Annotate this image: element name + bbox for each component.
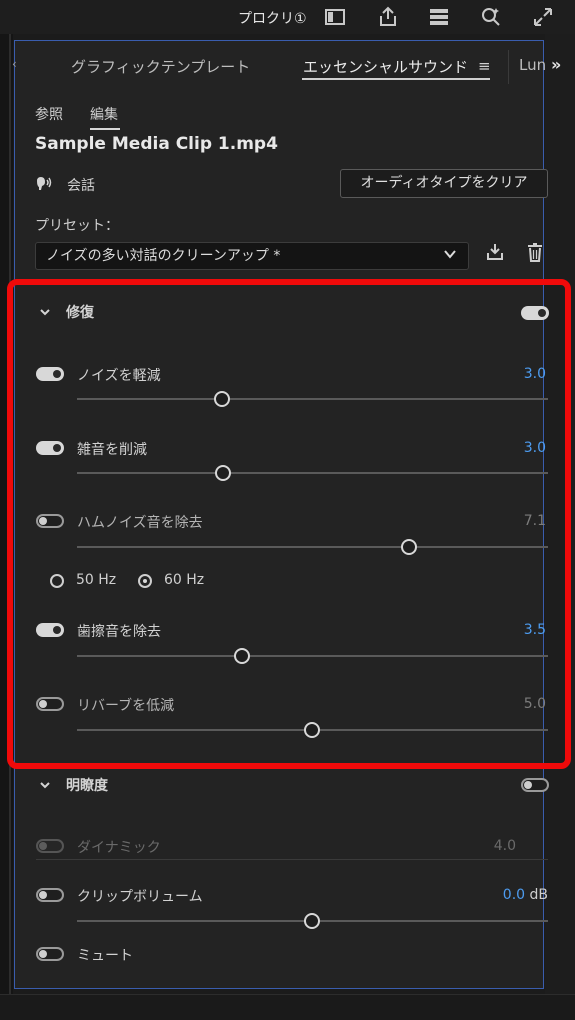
hamburger-menu-icon[interactable]: ≡ [478, 57, 491, 75]
layout-icon[interactable] [427, 5, 451, 29]
clip-name: Sample Media Clip 1.mp4 [35, 134, 278, 154]
export-icon[interactable] [376, 5, 400, 29]
tab-essential-sound[interactable]: エッセンシャルサウンド [303, 56, 468, 77]
clarity-toggle[interactable] [521, 778, 549, 792]
subtab-edit[interactable]: 編集 [90, 104, 118, 124]
clip-volume-unit: dB [529, 887, 549, 903]
clip-volume-slider-thumb[interactable] [304, 913, 320, 929]
bottom-bar [0, 994, 575, 1020]
save-preset-icon[interactable] [485, 242, 505, 262]
expand-icon[interactable] [531, 5, 555, 29]
tab-graphic-template[interactable]: グラフィックテンプレート [71, 56, 250, 77]
clear-audio-type-button[interactable]: オーディオタイプをクリア [340, 169, 548, 198]
preset-dropdown[interactable]: ノイズの多い対話のクリーンアップ * [35, 242, 469, 270]
subtab-browse[interactable]: 参照 [35, 104, 63, 124]
workspace-name[interactable]: プロクリ① [238, 8, 307, 28]
audio-type-label: 会話 [67, 178, 95, 194]
dynamics-toggle[interactable] [36, 839, 64, 853]
subtab-edit-indicator [90, 128, 120, 130]
dynamics-value[interactable]: 4.0 [456, 838, 516, 854]
tab-overflow-icon[interactable]: » [551, 55, 561, 74]
clip-volume-readout[interactable]: 0.0 dB [468, 887, 548, 903]
trash-icon[interactable] [525, 241, 545, 263]
tab-lumetri[interactable]: Lun [519, 56, 546, 74]
preset-label: プリセット： [35, 218, 119, 234]
clip-volume-toggle[interactable] [36, 888, 64, 902]
chevron-down-icon[interactable] [443, 247, 457, 261]
mute-toggle[interactable] [36, 947, 64, 961]
mute-label: ミュート [77, 948, 133, 964]
tab-divider [508, 50, 509, 84]
tabs-scroll-left-icon[interactable]: ‹ [12, 57, 17, 71]
search-icon[interactable] [479, 5, 503, 29]
panel-icon[interactable] [323, 5, 347, 29]
active-tab-indicator [302, 78, 490, 80]
chevron-down-icon[interactable] [39, 779, 51, 791]
section-divider [36, 859, 548, 860]
dialogue-icon [35, 175, 53, 193]
repair-section-highlight [7, 279, 571, 769]
clip-volume-label: クリップボリューム [77, 889, 203, 905]
clip-volume-value[interactable]: 0.0 [503, 887, 525, 903]
clarity-section-title[interactable]: 明瞭度 [66, 775, 108, 795]
dynamics-label: ダイナミック [77, 840, 161, 856]
